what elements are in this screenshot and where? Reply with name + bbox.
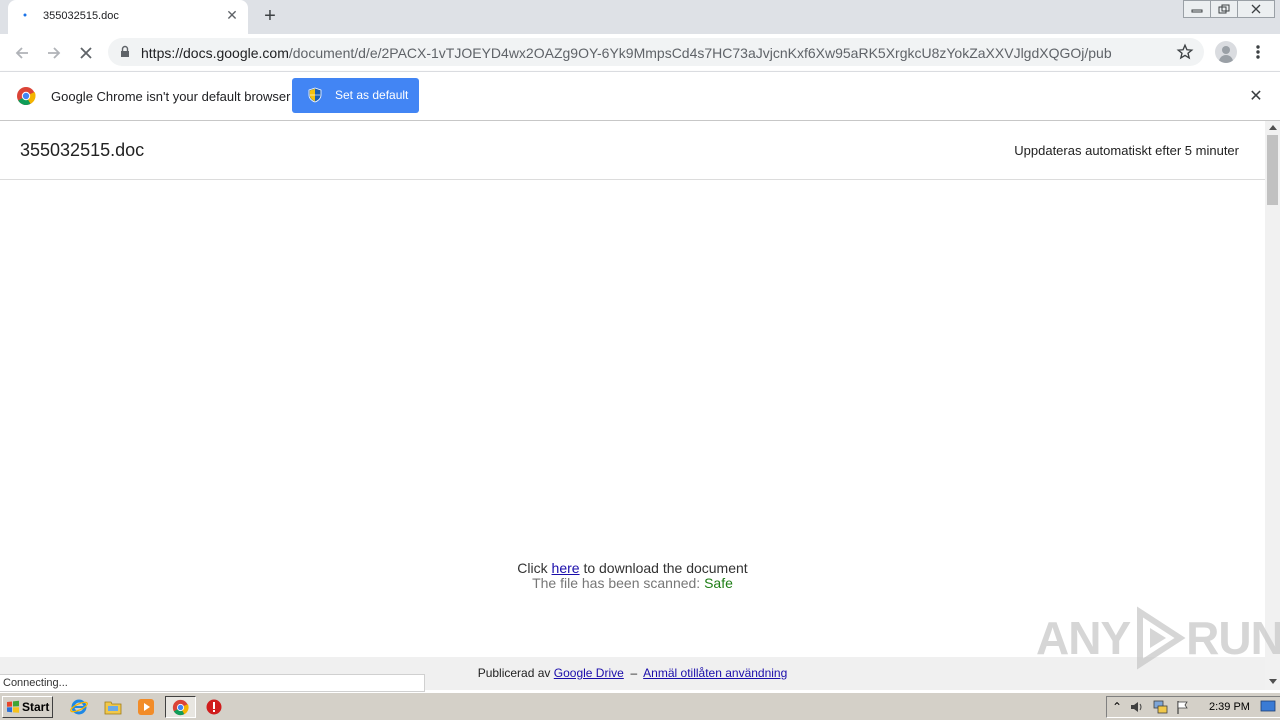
scroll-thumb[interactable] — [1267, 135, 1278, 205]
browser-tab[interactable]: 355032515.doc ✕ — [8, 0, 248, 34]
auto-update-notice: Uppdateras automatiskt efter 5 minuter — [1014, 143, 1239, 158]
loading-spinner-icon — [23, 13, 27, 17]
start-button[interactable]: Start — [2, 696, 53, 718]
system-tray: ⌃ 2:39 PM — [1106, 696, 1280, 718]
scan-status: The file has been scanned: Safe — [0, 575, 1265, 591]
published-by-label: Publicerad av — [477, 666, 551, 680]
chrome-logo-icon — [17, 87, 36, 106]
url-host: https://docs.google.com — [141, 45, 289, 61]
click-prefix: Click — [517, 560, 548, 576]
tab-close-icon[interactable]: ✕ — [224, 7, 240, 23]
volume-icon[interactable] — [1129, 699, 1145, 715]
set-as-default-label: Set as default — [335, 88, 409, 102]
minimize-icon — [1191, 9, 1203, 13]
infobar-close-icon[interactable]: ✕ — [1247, 88, 1265, 106]
play-logo-icon — [1137, 606, 1186, 670]
new-tab-button[interactable]: + — [258, 4, 282, 28]
arrow-right-icon — [48, 47, 61, 59]
more-vertical-icon — [1256, 45, 1260, 59]
network-icon[interactable] — [1152, 699, 1168, 715]
scan-text: The file has been scanned: — [532, 575, 701, 591]
document-title: 355032515.doc — [20, 140, 145, 160]
download-link[interactable]: here — [552, 560, 580, 576]
stop-loading-button[interactable] — [73, 40, 99, 66]
forward-button[interactable] — [41, 40, 67, 66]
minimize-button[interactable] — [1183, 0, 1211, 18]
default-browser-infobar: Google Chrome isn't your default browser… — [0, 71, 1280, 121]
windows-taskbar: Start ⌃ 2:39 PM — [0, 692, 1280, 720]
scroll-down-arrow-icon[interactable] — [1269, 679, 1277, 684]
scan-result: Safe — [704, 575, 733, 591]
set-as-default-button[interactable]: Set as default — [292, 78, 419, 113]
tab-title: 355032515.doc — [43, 10, 119, 22]
address-bar[interactable]: https://docs.google.com/document/d/e/2PA… — [108, 38, 1204, 66]
show-desktop-icon[interactable] — [1260, 699, 1276, 715]
close-icon — [1251, 4, 1261, 14]
windows-logo-icon — [7, 700, 19, 713]
stop-sign-app-icon[interactable] — [204, 697, 224, 717]
download-instruction: Click here to download the document — [0, 560, 1265, 576]
internet-explorer-icon[interactable] — [69, 697, 89, 717]
click-suffix: to download the document — [583, 560, 748, 576]
url-text: https://docs.google.com/document/d/e/2PA… — [141, 45, 1112, 61]
scroll-up-arrow-icon[interactable] — [1269, 125, 1277, 130]
google-drive-link[interactable]: Google Drive — [554, 666, 624, 680]
lock-icon — [121, 45, 129, 57]
restore-icon — [1218, 4, 1230, 14]
arrow-left-icon — [15, 47, 28, 59]
file-explorer-icon[interactable] — [103, 697, 123, 717]
restore-button[interactable] — [1210, 0, 1238, 18]
media-player-icon[interactable] — [136, 697, 156, 717]
chrome-menu-button[interactable] — [1250, 43, 1266, 63]
close-window-button[interactable] — [1237, 0, 1275, 18]
tab-strip: 355032515.doc ✕ + — [0, 0, 1280, 34]
action-center-flag-icon[interactable] — [1175, 699, 1191, 715]
bookmark-star-icon[interactable] — [1176, 43, 1194, 61]
start-label: Start — [22, 700, 50, 714]
status-bubble: Connecting... — [0, 674, 425, 692]
stop-icon — [80, 47, 92, 59]
watermark-left: ANY — [1036, 612, 1131, 664]
chrome-taskbar-icon — [172, 699, 189, 716]
watermark-right: RUN — [1186, 612, 1280, 664]
browser-toolbar: https://docs.google.com/document/d/e/2PA… — [0, 34, 1280, 71]
url-path: /document/d/e/2PACX-1vTJOEYD4wx2OAZg9OY-… — [288, 45, 1112, 61]
taskbar-clock: 2:39 PM — [1209, 701, 1250, 713]
report-abuse-link[interactable]: Anmäl otillåten användning — [643, 666, 787, 680]
person-icon — [1219, 46, 1233, 63]
show-hidden-icons-icon[interactable]: ⌃ — [1109, 699, 1125, 715]
infobar-message: Google Chrome isn't your default browser — [51, 89, 291, 104]
page-content: 355032515.doc Uppdateras automatiskt eft… — [0, 121, 1265, 657]
chrome-taskbar-button[interactable] — [165, 696, 196, 718]
footer-separator: – — [630, 666, 638, 680]
document-header: 355032515.doc Uppdateras automatiskt eft… — [0, 121, 1265, 180]
back-button[interactable] — [9, 40, 35, 66]
profile-avatar[interactable] — [1215, 41, 1237, 63]
shield-icon — [308, 87, 322, 103]
anyrun-watermark: ANY RUN — [1036, 606, 1280, 670]
vertical-scrollbar[interactable] — [1265, 121, 1280, 690]
